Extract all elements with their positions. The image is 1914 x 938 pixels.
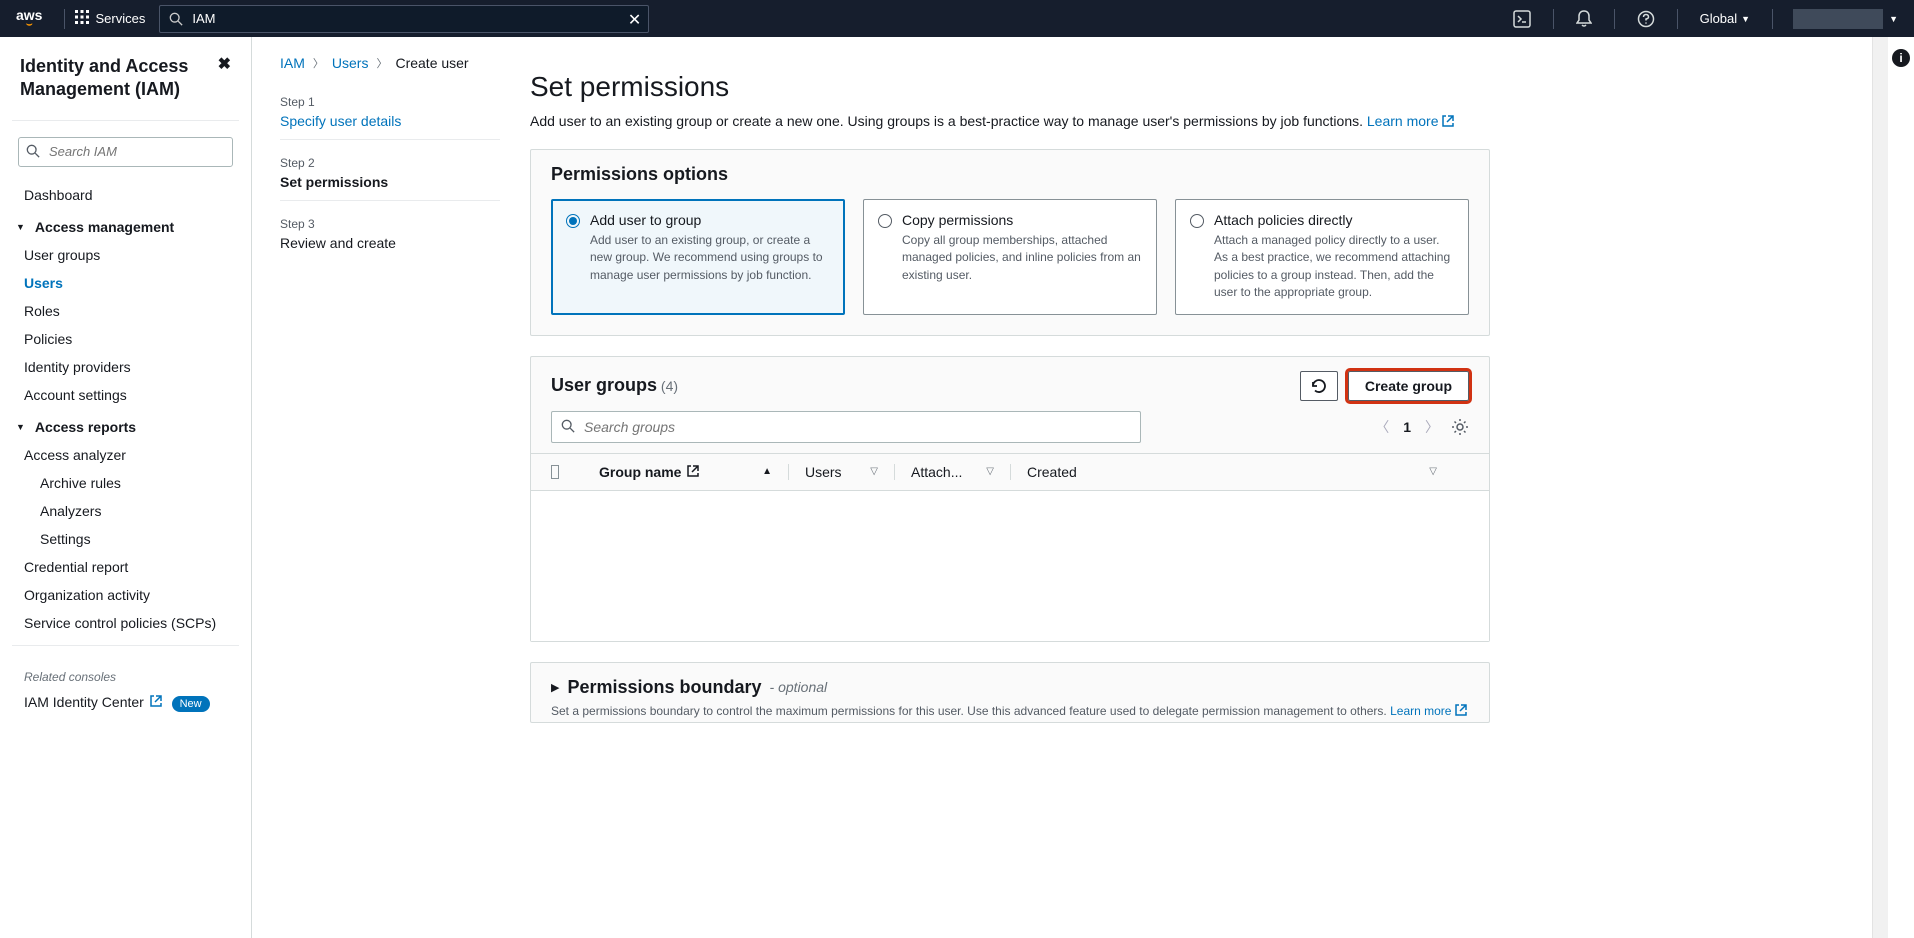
cloudshell-icon[interactable]	[1503, 4, 1541, 34]
sidebar-item-scps[interactable]: Service control policies (SCPs)	[12, 609, 239, 637]
sidebar-item-policies[interactable]: Policies	[12, 325, 239, 353]
sidebar-item-roles[interactable]: Roles	[12, 297, 239, 325]
region-selector[interactable]: Global ▼	[1690, 7, 1761, 30]
sidebar-item-archive-rules[interactable]: Archive rules	[12, 469, 239, 497]
new-badge: New	[172, 696, 210, 712]
option-copy-permissions[interactable]: Copy permissions Copy all group membersh…	[863, 199, 1157, 315]
services-label: Services	[95, 11, 145, 26]
permissions-boundary-toggle[interactable]: ▶ Permissions boundary - optional	[531, 663, 1489, 704]
related-consoles-label: Related consoles	[12, 662, 239, 688]
col-users[interactable]: Users ▽	[805, 464, 895, 480]
sidebar-section-access-management[interactable]: Access management	[12, 209, 239, 241]
external-link-icon	[150, 694, 166, 710]
sort-desc-icon: ▽	[986, 466, 994, 477]
search-icon	[26, 144, 40, 158]
sidebar-item-user-groups[interactable]: User groups	[12, 241, 239, 269]
sort-asc-icon: ▲	[762, 466, 772, 477]
top-nav: aws ⌣ Services ✕ Global ▼	[0, 0, 1914, 37]
top-search-input[interactable]	[159, 5, 649, 33]
chevron-down-icon: ▼	[1741, 14, 1750, 24]
pagination: 〈 1 〉	[1375, 417, 1439, 437]
top-nav-right: Global ▼ ▼	[1503, 4, 1898, 34]
table-body	[531, 491, 1489, 641]
permissions-options-panel: Permissions options Add user to group Ad…	[530, 149, 1490, 336]
group-search-input[interactable]	[551, 411, 1141, 443]
sidebar-item-access-analyzer[interactable]: Access analyzer	[12, 441, 239, 469]
sidebar-item-settings[interactable]: Settings	[12, 525, 239, 553]
sidebar-item-credential-report[interactable]: Credential report	[12, 553, 239, 581]
divider	[64, 9, 65, 29]
sidebar-item-organization-activity[interactable]: Organization activity	[12, 581, 239, 609]
grid-icon	[75, 10, 89, 27]
sidebar-item-dashboard[interactable]: Dashboard	[12, 181, 239, 209]
col-group-name[interactable]: Group name ▲	[599, 464, 789, 480]
permissions-options-title: Permissions options	[551, 164, 1469, 185]
radio-icon	[1190, 214, 1204, 228]
prev-page-button[interactable]: 〈	[1375, 417, 1389, 437]
sidebar-item-account-settings[interactable]: Account settings	[12, 381, 239, 409]
sidebar-title: ✖ Identity and Access Management (IAM)	[12, 55, 239, 102]
chevron-right-icon: 〉	[313, 55, 324, 71]
page-description: Add user to an existing group or create …	[530, 113, 1490, 129]
col-attached[interactable]: Attach... ▽	[911, 464, 1011, 480]
breadcrumb-users[interactable]: Users	[332, 55, 369, 71]
sidebar-section-access-reports[interactable]: Access reports	[12, 409, 239, 441]
user-groups-count: (4)	[661, 378, 678, 394]
wizard-step-1[interactable]: Step 1 Specify user details	[280, 93, 500, 140]
next-page-button[interactable]: 〉	[1425, 417, 1439, 437]
notifications-icon[interactable]	[1566, 4, 1602, 34]
sidebar-item-analyzers[interactable]: Analyzers	[12, 497, 239, 525]
page-title: Set permissions	[530, 71, 1490, 103]
learn-more-link[interactable]: Learn more	[1390, 704, 1467, 718]
aws-logo[interactable]: aws ⌣	[16, 8, 42, 30]
sidebar-item-users[interactable]: Users	[12, 269, 239, 297]
top-search-wrap: ✕	[159, 5, 649, 33]
close-icon[interactable]: ✖	[218, 55, 231, 76]
services-button[interactable]: Services	[75, 10, 145, 27]
sort-desc-icon: ▽	[1429, 466, 1437, 477]
user-groups-panel: User groups (4) Create group	[530, 356, 1490, 642]
create-group-button[interactable]: Create group	[1348, 371, 1469, 401]
sidebar-item-identity-providers[interactable]: Identity providers	[12, 353, 239, 381]
search-icon	[561, 419, 575, 433]
chevron-down-icon: ▼	[1889, 14, 1898, 24]
search-icon	[169, 12, 183, 26]
chevron-right-icon: ▶	[551, 681, 559, 694]
chevron-right-icon: 〉	[376, 55, 387, 71]
option-add-to-group[interactable]: Add user to group Add user to an existin…	[551, 199, 845, 315]
help-icon[interactable]	[1627, 4, 1665, 34]
close-icon[interactable]: ✕	[628, 10, 641, 30]
option-attach-policies[interactable]: Attach policies directly Attach a manage…	[1175, 199, 1469, 315]
learn-more-link[interactable]: Learn more	[1367, 113, 1454, 129]
refresh-button[interactable]	[1300, 371, 1338, 401]
permissions-boundary-desc: Set a permissions boundary to control th…	[531, 704, 1489, 722]
info-panel-toggle[interactable]: i	[1888, 37, 1914, 938]
wizard-step-3: Step 3 Review and create	[280, 215, 500, 261]
select-all-checkbox[interactable]	[551, 465, 559, 479]
col-created[interactable]: Created ▽	[1027, 464, 1453, 480]
wizard-step-2: Step 2 Set permissions	[280, 154, 500, 201]
gear-icon[interactable]	[1451, 418, 1469, 436]
breadcrumb: IAM 〉 Users 〉 Create user	[280, 55, 500, 71]
radio-icon	[878, 214, 892, 228]
page-number: 1	[1403, 419, 1411, 435]
sort-desc-icon: ▽	[870, 466, 878, 477]
breadcrumb-current: Create user	[395, 55, 468, 71]
user-groups-title: User groups	[551, 375, 657, 395]
breadcrumb-iam[interactable]: IAM	[280, 55, 305, 71]
sidebar-item-identity-center[interactable]: IAM Identity Center New	[12, 688, 239, 716]
account-menu[interactable]	[1793, 9, 1883, 29]
external-link-icon	[687, 464, 699, 480]
radio-icon	[566, 214, 580, 228]
table-header: Group name ▲ Users ▽ Attach...	[531, 453, 1489, 491]
sidebar-search-input[interactable]	[18, 137, 233, 167]
sidebar: ✖ Identity and Access Management (IAM) D…	[0, 37, 252, 938]
scrollbar[interactable]	[1872, 37, 1888, 938]
permissions-boundary-panel: ▶ Permissions boundary - optional Set a …	[530, 662, 1490, 723]
info-icon: i	[1892, 49, 1910, 67]
